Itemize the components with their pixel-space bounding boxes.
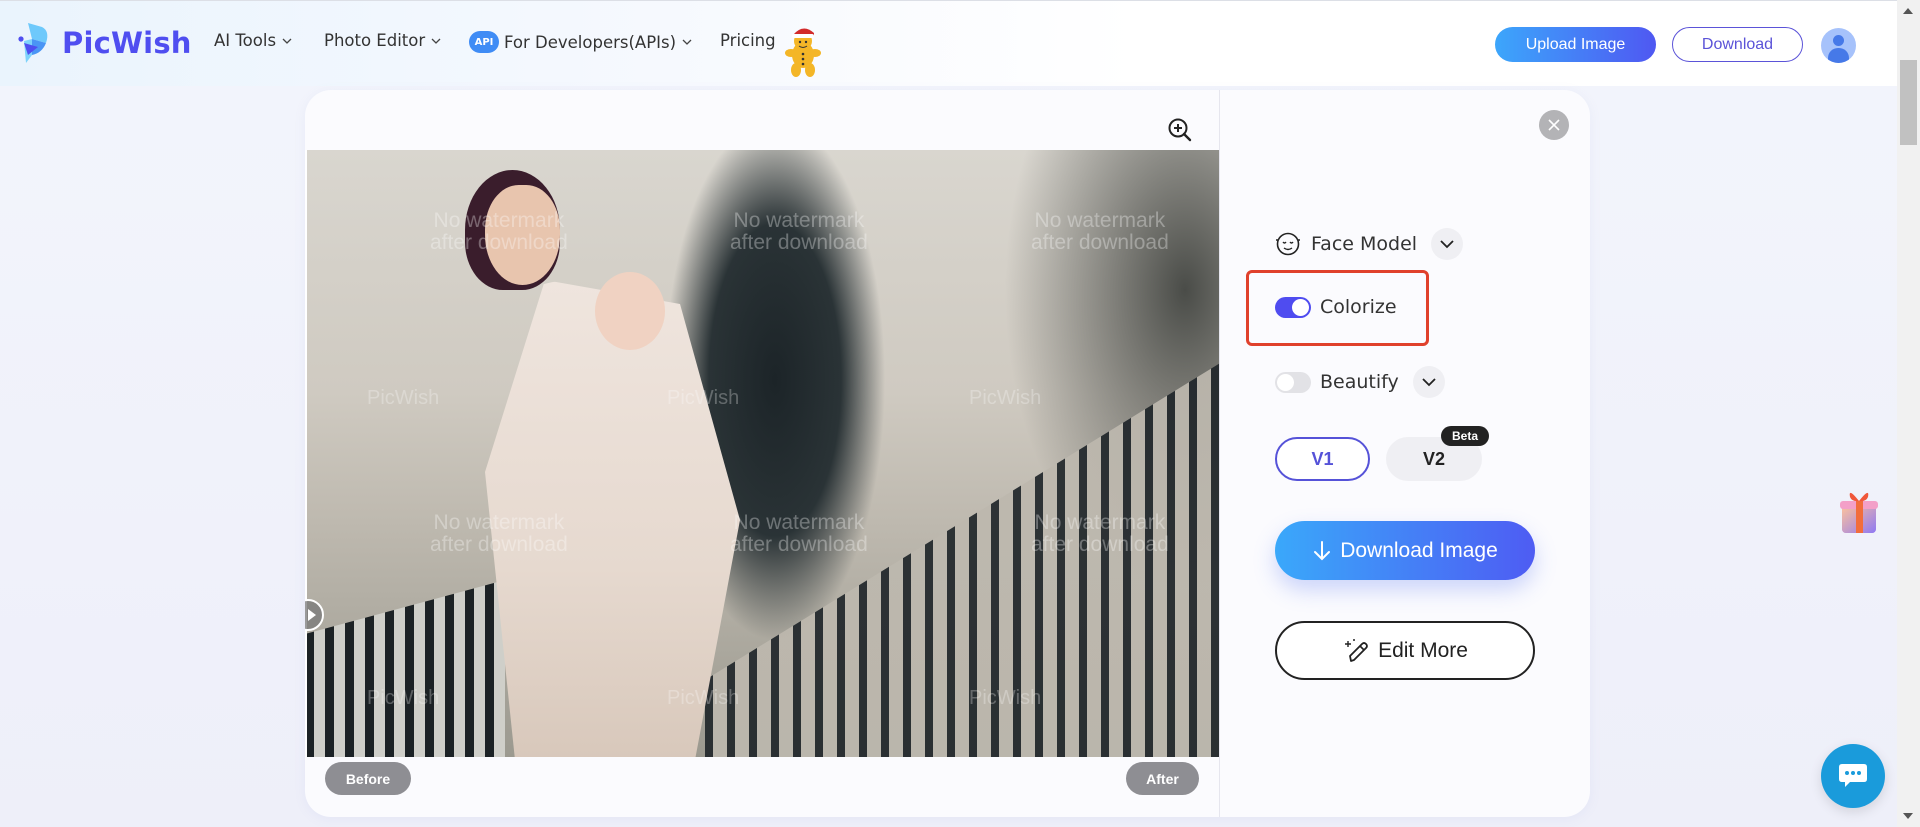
scroll-down-arrow-icon[interactable]	[1903, 813, 1913, 819]
face-model-dropdown[interactable]	[1431, 228, 1464, 260]
picwish-logo[interactable]: PicWish	[18, 21, 192, 65]
face-model-option: Face Model	[1275, 228, 1464, 260]
scroll-up-arrow-icon[interactable]	[1903, 8, 1913, 14]
nav-ai-tools-label: AI Tools	[214, 31, 277, 50]
download-image-button[interactable]: Download Image	[1275, 521, 1535, 580]
watermark-text: No watermark after download	[730, 511, 868, 556]
panel-divider	[1219, 90, 1220, 817]
editor-card: No watermark after download No watermark…	[305, 90, 1590, 817]
nav-photo-editor-label: Photo Editor	[324, 31, 426, 50]
face-model-label: Face Model	[1311, 233, 1418, 255]
download-button[interactable]: Download	[1672, 27, 1803, 62]
gingerbread-icon	[785, 28, 821, 77]
compare-slider-line[interactable]	[305, 150, 307, 757]
toggle-knob	[1277, 373, 1294, 391]
close-button[interactable]	[1539, 110, 1569, 140]
beautify-toggle[interactable]	[1275, 371, 1311, 393]
nav-pricing-label: Pricing	[720, 31, 776, 50]
chat-support-button[interactable]	[1821, 744, 1885, 808]
before-label: Before	[325, 762, 411, 795]
colorize-toggle[interactable]	[1275, 296, 1311, 318]
avatar-body-shape	[1828, 48, 1849, 63]
download-image-label: Download Image	[1340, 538, 1498, 562]
colorize-option: Colorize	[1275, 296, 1397, 318]
chevron-down-icon	[282, 38, 292, 44]
chevron-down-icon	[1422, 378, 1436, 387]
upload-image-button[interactable]: Upload Image	[1495, 27, 1656, 62]
zoom-in-icon[interactable]	[1167, 117, 1193, 143]
photo-face-shape	[485, 185, 560, 285]
watermark-text: No watermark after download	[730, 209, 868, 254]
beautify-dropdown[interactable]	[1412, 366, 1445, 398]
chevron-down-icon	[431, 38, 441, 44]
brand-name: PicWish	[62, 26, 192, 60]
photo-fence-left-shape	[305, 580, 505, 757]
beautify-option: Beautify	[1275, 366, 1445, 398]
watermark-text: No watermark after download	[1031, 209, 1169, 254]
gift-icon[interactable]	[1836, 487, 1882, 537]
result-image-preview[interactable]: No watermark after download No watermark…	[305, 150, 1219, 757]
toggle-knob	[1292, 298, 1309, 316]
chevron-down-icon	[682, 39, 692, 45]
user-avatar[interactable]	[1821, 28, 1856, 63]
nav-for-developers-label: For Developers(APIs)	[504, 32, 677, 52]
nav-photo-editor[interactable]: Photo Editor	[324, 31, 441, 50]
after-label: After	[1126, 762, 1199, 795]
magic-pencil-icon	[1345, 638, 1368, 662]
arrow-down-icon	[1314, 540, 1331, 560]
scroll-thumb[interactable]	[1900, 60, 1917, 145]
page-scrollbar[interactable]	[1897, 0, 1920, 827]
photo-baby-face-shape	[595, 272, 665, 350]
avatar-head-shape	[1833, 35, 1844, 46]
face-model-icon	[1276, 232, 1300, 256]
watermark-brand: PicWish	[367, 387, 440, 409]
nav-pricing[interactable]: Pricing	[720, 31, 776, 50]
beautify-label: Beautify	[1320, 371, 1399, 393]
watermark-brand: PicWish	[969, 387, 1042, 409]
version-v1-button[interactable]: V1	[1275, 437, 1370, 481]
chevron-down-icon	[1440, 240, 1454, 249]
colorize-label: Colorize	[1320, 296, 1397, 318]
picwish-logo-icon	[18, 23, 48, 63]
photo-fence-shape	[705, 360, 1219, 757]
api-cloud-icon: API	[469, 31, 499, 53]
top-navigation-bar: PicWish AI Tools Photo Editor API For De…	[0, 0, 1897, 86]
edit-more-button[interactable]: Edit More	[1275, 621, 1535, 680]
nav-ai-tools[interactable]: AI Tools	[214, 31, 292, 50]
nav-for-developers[interactable]: API For Developers(APIs)	[469, 31, 692, 53]
close-icon	[1548, 119, 1560, 131]
chat-icon	[1839, 764, 1867, 787]
beta-badge: Beta	[1441, 426, 1489, 446]
edit-more-label: Edit More	[1378, 638, 1468, 662]
